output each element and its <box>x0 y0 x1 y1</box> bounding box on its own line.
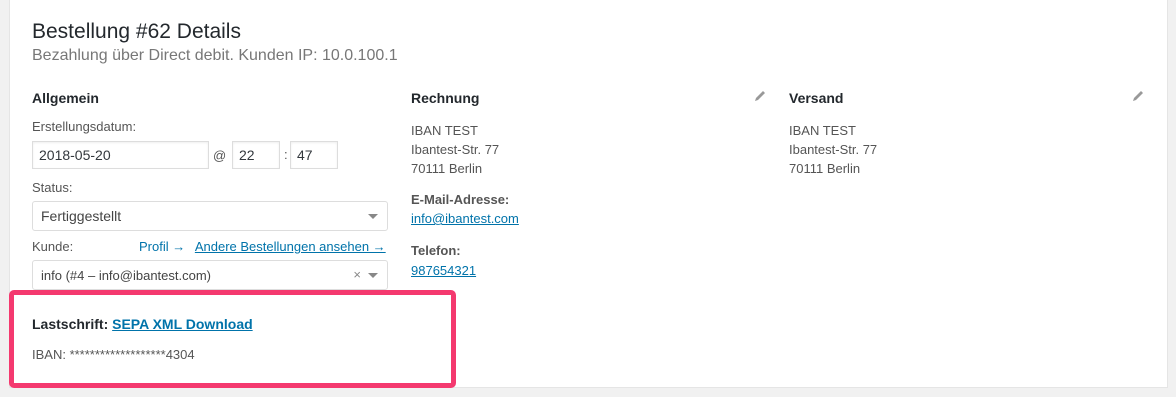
shipping-address-line: 70111 Berlin <box>789 161 861 176</box>
shipping-address-line: IBAN TEST <box>789 123 856 138</box>
chevron-down-icon <box>368 214 378 219</box>
page-title: Bestellung #62 Details <box>32 20 241 43</box>
created-date-label: Erstellungsdatum: <box>32 119 137 134</box>
sepa-download-link[interactable]: SEPA XML Download <box>112 316 253 332</box>
time-colon: : <box>284 147 288 162</box>
billing-address: IBAN TEST Ibantest-Str. 77 70111 Berlin <box>411 121 499 178</box>
chevron-down-icon <box>368 273 378 278</box>
shipping-heading: Versand <box>789 90 844 106</box>
date-input[interactable] <box>32 141 209 169</box>
general-heading: Allgemein <box>32 90 99 106</box>
customer-select[interactable]: info (#4 – info@ibantest.com) × <box>32 260 388 290</box>
shipping-address-line: Ibantest-Str. 77 <box>789 142 878 157</box>
status-select[interactable]: Fertiggestellt <box>32 201 388 231</box>
customer-links: Profil → Andere Bestellungen ansehen → <box>139 239 386 254</box>
shipping-address: IBAN TEST Ibantest-Str. 77 70111 Berlin <box>789 121 877 178</box>
clear-icon[interactable]: × <box>353 267 361 283</box>
pencil-icon[interactable] <box>753 89 767 103</box>
minute-input[interactable] <box>290 141 338 169</box>
other-orders-link[interactable]: Andere Bestellungen ansehen → <box>195 239 386 254</box>
status-label: Status: <box>32 180 73 195</box>
customer-label: Kunde: <box>32 239 74 254</box>
email-link[interactable]: info@ibantest.com <box>411 211 519 226</box>
hour-input[interactable] <box>232 141 280 169</box>
billing-address-line: 70111 Berlin <box>411 161 483 176</box>
direct-debit-line: Lastschrift: SEPA XML Download <box>32 316 253 332</box>
status-value: Fertiggestellt <box>41 208 122 224</box>
billing-address-line: Ibantest-Str. 77 <box>411 142 500 157</box>
at-separator: @ <box>213 148 227 163</box>
direct-debit-label: Lastschrift: <box>32 316 109 332</box>
email-value[interactable]: info@ibantest.com <box>411 211 519 226</box>
pencil-icon[interactable] <box>1131 89 1145 103</box>
iban-text: IBAN: *******************4304 <box>32 347 195 362</box>
email-label: E-Mail-Adresse: <box>411 192 510 207</box>
billing-heading: Rechnung <box>411 90 480 106</box>
payment-info: Bezahlung über Direct debit. Kunden IP: … <box>32 47 398 64</box>
phone-label: Telefon: <box>411 243 461 258</box>
direct-debit-highlight <box>9 290 456 388</box>
phone-link[interactable]: 987654321 <box>411 263 476 278</box>
billing-address-line: IBAN TEST <box>411 123 478 138</box>
customer-value: info (#4 – info@ibantest.com) <box>41 268 212 283</box>
profile-link[interactable]: Profil → <box>139 239 185 254</box>
phone-value[interactable]: 987654321 <box>411 263 476 278</box>
